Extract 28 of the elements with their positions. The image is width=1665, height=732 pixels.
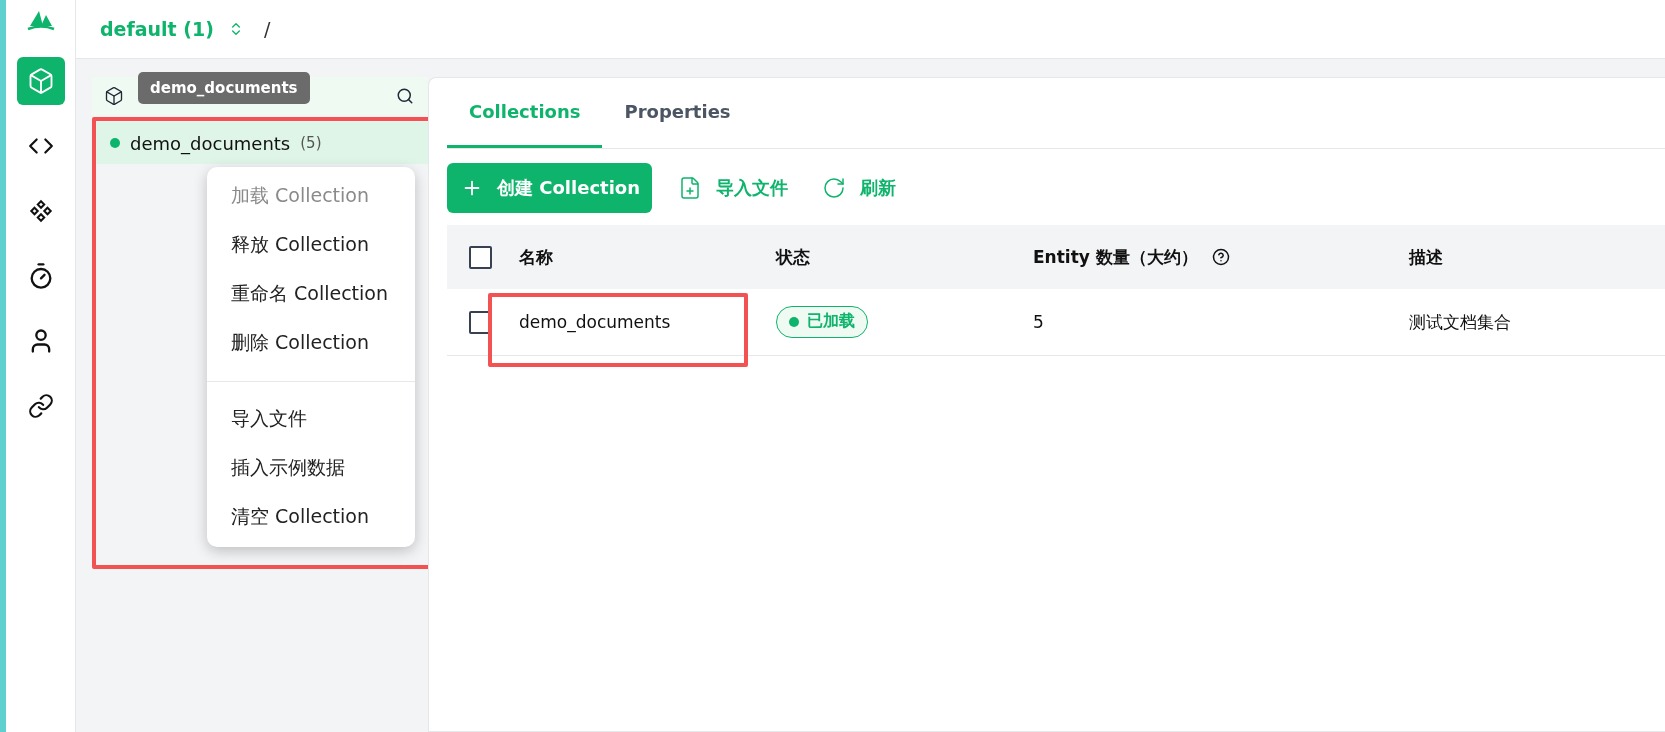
search-icon[interactable] bbox=[396, 87, 414, 105]
table-cell-text: 5 bbox=[1033, 312, 1045, 332]
entity-count: (5) bbox=[300, 134, 322, 152]
column-header: 描述 bbox=[1409, 245, 1443, 269]
menu-item[interactable]: 删除 Collection bbox=[207, 318, 415, 367]
table-cell-text: 测试文档集合 bbox=[1409, 310, 1512, 334]
status-badge: 已加载 bbox=[776, 306, 868, 338]
collection-name: demo_documents bbox=[130, 132, 291, 154]
menu-item[interactable]: 插入示例数据 bbox=[207, 443, 415, 492]
menu-item[interactable]: 释放 Collection bbox=[207, 220, 415, 269]
refresh-icon bbox=[822, 175, 846, 200]
breadcrumb-separator: / bbox=[263, 18, 271, 40]
menu-item[interactable]: 导入文件 bbox=[207, 394, 415, 443]
cube-icon bbox=[104, 86, 124, 106]
tooltip: demo_documents bbox=[138, 72, 310, 104]
file-plus-icon bbox=[678, 175, 702, 200]
column-header: 状态 bbox=[776, 245, 810, 269]
tab[interactable]: Properties bbox=[602, 78, 753, 148]
column-header: 名称 bbox=[519, 245, 553, 269]
column-header: Entity 数量（大约） bbox=[1033, 245, 1198, 269]
select-all-checkbox[interactable] bbox=[469, 245, 492, 269]
link-icon bbox=[27, 393, 54, 419]
table-cell: demo_documents bbox=[519, 312, 671, 332]
help-icon[interactable] bbox=[1211, 248, 1230, 266]
diamonds-icon bbox=[27, 198, 54, 224]
menu-item[interactable]: 重命名 Collection bbox=[207, 269, 415, 318]
status-dot bbox=[110, 138, 120, 148]
menu-item[interactable]: 清空 Collection bbox=[207, 492, 415, 541]
